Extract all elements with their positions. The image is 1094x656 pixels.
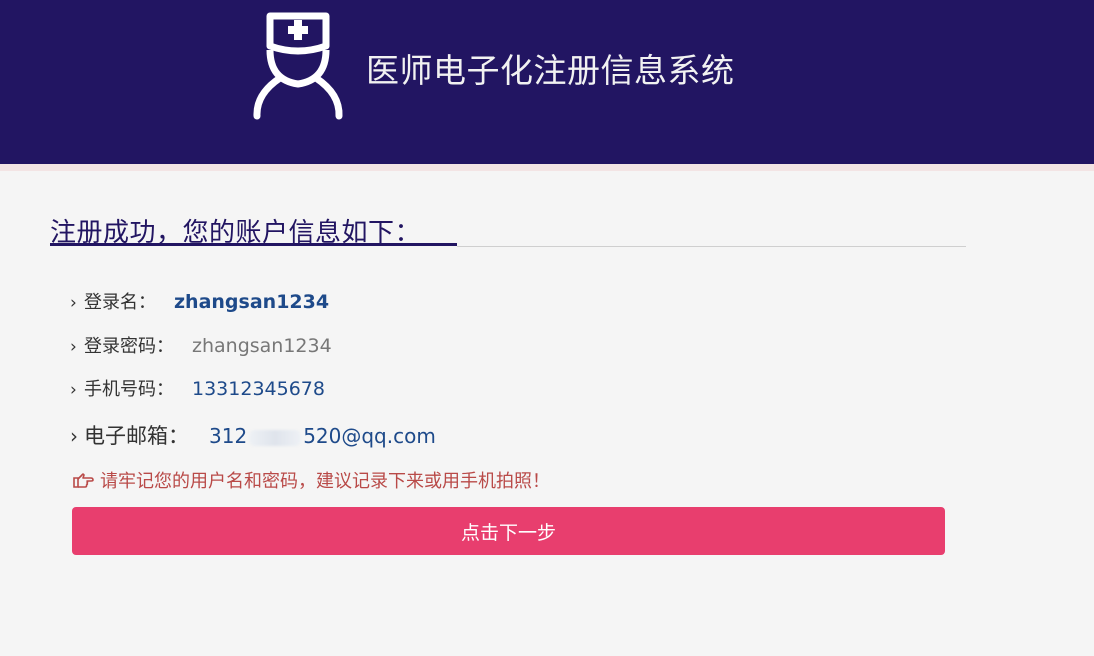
- header-bar: 医师电子化注册信息系统: [0, 0, 1094, 164]
- chevron-right-icon: ›: [70, 380, 77, 400]
- chevron-right-icon: ›: [70, 293, 77, 313]
- header-divider: [0, 164, 1094, 171]
- chevron-right-icon: ›: [70, 424, 78, 448]
- chevron-right-icon: ›: [70, 337, 77, 357]
- email-value: 312 520@qq.com: [209, 424, 436, 448]
- next-step-button[interactable]: 点击下一步: [72, 507, 945, 555]
- hand-point-right-icon: [73, 473, 94, 488]
- email-redaction: [249, 429, 302, 446]
- phone-value: 13312345678: [192, 378, 325, 400]
- info-row-phone: › 手机号码： 13312345678: [70, 375, 325, 401]
- notice-message: 请牢记您的用户名和密码，建议记录下来或用手机拍照！: [72, 467, 550, 493]
- email-value-suffix: 520@qq.com: [303, 424, 436, 448]
- heading-underline: [50, 243, 457, 246]
- info-row-password: › 登录密码： zhangsan1234: [70, 332, 332, 358]
- info-row-email: › 电子邮箱： 312 520@qq.com: [70, 420, 436, 450]
- heading-divider: [457, 246, 966, 247]
- notice-text: 请牢记您的用户名和密码，建议记录下来或用手机拍照！: [100, 471, 550, 492]
- password-label: 登录密码：: [84, 336, 174, 357]
- email-value-prefix: 312: [209, 424, 248, 448]
- password-value: zhangsan1234: [192, 335, 332, 357]
- phone-label: 手机号码：: [84, 379, 174, 400]
- username-value: zhangsan1234: [174, 291, 330, 313]
- email-label: 电子邮箱：: [84, 424, 189, 448]
- doctor-nurse-cap-icon: [253, 12, 343, 120]
- info-row-username: › 登录名： zhangsan1234: [70, 288, 329, 314]
- system-title: 医师电子化注册信息系统: [366, 51, 735, 90]
- username-label: 登录名：: [84, 292, 156, 313]
